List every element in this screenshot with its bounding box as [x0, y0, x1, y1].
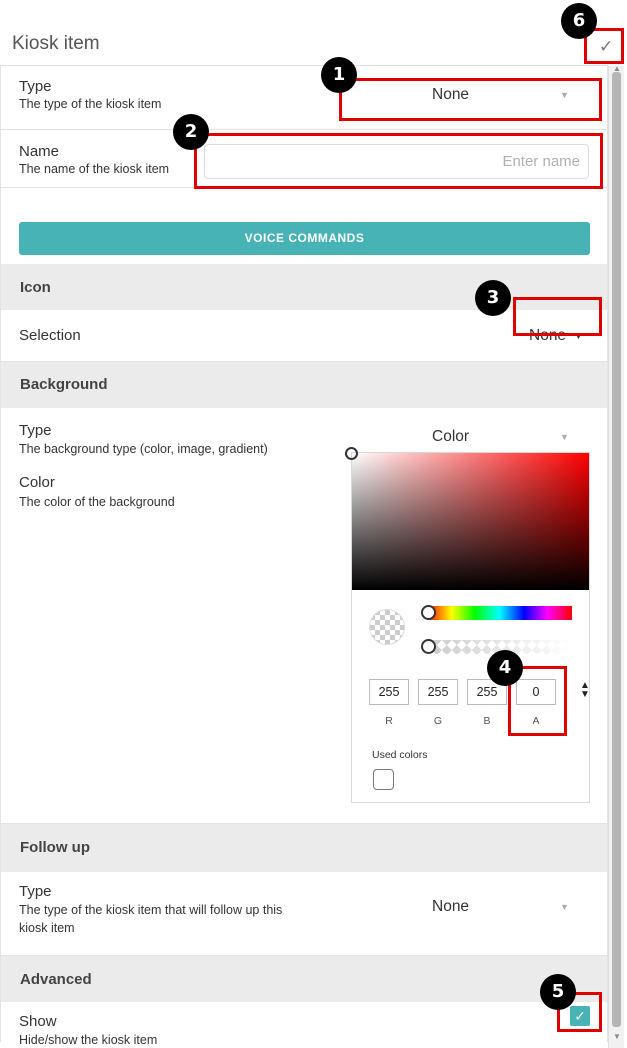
- background-section-header: Background: [1, 362, 607, 408]
- background-color-label: Color: [19, 474, 55, 491]
- show-label: Show: [19, 1013, 57, 1030]
- background-section-title: Background: [20, 376, 108, 393]
- background-color-description: The color of the background: [19, 495, 175, 509]
- saturation-value-area[interactable]: [352, 453, 589, 590]
- type-label: Type: [19, 78, 52, 95]
- background-type-select[interactable]: Color ▼: [346, 422, 601, 454]
- used-color-slot[interactable]: [373, 769, 394, 790]
- step-badge-4: 4: [487, 650, 523, 686]
- highlight-box-1: [339, 78, 602, 121]
- icon-selection-label: Selection: [19, 327, 81, 344]
- saturation-handle[interactable]: [345, 447, 358, 460]
- step-badge-2: 2: [173, 114, 209, 150]
- chevron-down-icon: ▼: [560, 902, 569, 912]
- follow-up-section-title: Follow up: [20, 839, 90, 856]
- used-colors-label: Used colors: [372, 749, 428, 761]
- scroll-down-icon[interactable]: ▼: [613, 1032, 621, 1041]
- name-description: The name of the kiosk item: [19, 162, 170, 176]
- red-input[interactable]: [369, 679, 409, 705]
- red-label: R: [385, 715, 393, 727]
- scrollbar[interactable]: ▲ ▼: [608, 64, 624, 1048]
- follow-up-type-description-1: The type of the kiosk item that will fol…: [19, 903, 283, 917]
- color-picker: R G B A Used colors: [345, 447, 590, 803]
- follow-up-type-row: Type The type of the kiosk item that wil…: [1, 872, 607, 956]
- advanced-section-header: Advanced: [1, 956, 607, 1002]
- format-toggle-icon[interactable]: ▲ ▼: [580, 681, 590, 700]
- blue-label: B: [483, 715, 491, 727]
- checkmark-icon: ✓: [599, 37, 614, 56]
- advanced-section-title: Advanced: [20, 971, 92, 988]
- highlight-box-3: [513, 297, 602, 336]
- background-type-description: The background type (color, image, gradi…: [19, 442, 268, 456]
- dialog-title: Kiosk item: [12, 33, 100, 54]
- follow-up-type-label: Type: [19, 883, 52, 900]
- follow-up-section-header: Follow up: [1, 824, 607, 872]
- dialog-header: Kiosk item: [0, 20, 608, 66]
- icon-section-title: Icon: [20, 279, 51, 296]
- chevron-down-icon: ▼: [560, 432, 569, 442]
- step-badge-5: 5: [540, 974, 576, 1010]
- background-type-label: Type: [19, 422, 52, 439]
- follow-up-type-value: None: [432, 898, 470, 915]
- scrollbar-thumb[interactable]: [612, 72, 621, 1027]
- background-type-value: Color: [432, 428, 470, 445]
- green-input[interactable]: [418, 679, 458, 705]
- type-description: The type of the kiosk item: [19, 97, 162, 111]
- show-description: Hide/show the kiosk item: [19, 1033, 158, 1047]
- show-row: Show Hide/show the kiosk item: [1, 1002, 607, 1047]
- green-label: G: [433, 715, 443, 727]
- color-preview-swatch: [369, 609, 405, 645]
- step-badge-6: 6: [561, 3, 597, 39]
- step-badge-3: 3: [475, 280, 511, 316]
- hue-slider[interactable]: [427, 606, 572, 620]
- alpha-slider-handle[interactable]: [421, 639, 436, 654]
- voice-commands-button[interactable]: VOICE COMMANDS: [19, 222, 590, 255]
- name-label: Name: [19, 143, 60, 160]
- hue-slider-handle[interactable]: [421, 605, 436, 620]
- step-badge-1: 1: [321, 57, 357, 93]
- follow-up-type-description-2: kiosk item: [19, 921, 75, 935]
- follow-up-type-select[interactable]: None ▼: [346, 894, 601, 926]
- highlight-box-2: [194, 133, 603, 189]
